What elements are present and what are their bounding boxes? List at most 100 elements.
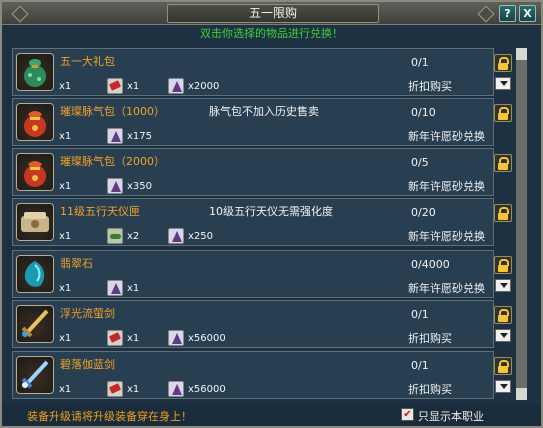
cost-quantity: x56000 bbox=[188, 332, 226, 344]
lock-icon[interactable] bbox=[494, 104, 512, 122]
lock-icon[interactable] bbox=[494, 154, 512, 172]
teal-gem-icon[interactable] bbox=[16, 255, 54, 293]
item-quantity: x1 bbox=[59, 177, 71, 195]
purchase-action[interactable]: 折扣购买 bbox=[408, 381, 452, 397]
cost-entry: x1 bbox=[107, 380, 139, 398]
dropdown-arrow-icon[interactable] bbox=[495, 329, 511, 342]
shop-item-row[interactable]: 碧落伽蓝剑 x1 x1 x56000 0/1 折扣购买 bbox=[12, 351, 494, 399]
shop-item-row[interactable]: 五一大礼包 x1 x1 x2000 0/1 折扣购买 bbox=[12, 48, 494, 96]
item-quantity: x1 bbox=[59, 227, 71, 245]
cost-entry: x250 bbox=[168, 227, 213, 245]
item-quantity-value: x1 bbox=[59, 130, 72, 142]
shop-item-row[interactable]: 11级五行天仪匣 10级五行天仪无需强化度 x1 x2 x250 0/20 新年许愿砂兑换 bbox=[12, 198, 494, 246]
purchase-action[interactable]: 新年许愿砂兑换 bbox=[408, 228, 485, 244]
purchase-action[interactable]: 新年许愿砂兑换 bbox=[408, 178, 485, 194]
cost-quantity: x350 bbox=[127, 180, 153, 192]
purchase-action[interactable]: 折扣购买 bbox=[408, 78, 452, 94]
title-ornament-left bbox=[11, 5, 29, 23]
cost-quantity: x1 bbox=[127, 80, 140, 92]
limited-shop-window: 五一限购 ? X 双击你选择的物品进行兑换！ 五一大礼包 x1 x1 x2000 0/1… bbox=[0, 0, 543, 428]
green-gift-bag-icon[interactable] bbox=[16, 53, 54, 91]
help-button[interactable]: ? bbox=[499, 5, 516, 22]
item-name: 五一大礼包 bbox=[60, 55, 115, 68]
item-quantity-value: x1 bbox=[59, 80, 72, 92]
footer-bar: 装备升级请将升级装备穿在身上！ ✔ 只显示本职业 bbox=[2, 405, 541, 426]
cost-quantity: x175 bbox=[127, 130, 153, 142]
purchase-action[interactable]: 折扣购买 bbox=[408, 330, 452, 346]
lock-icon[interactable] bbox=[494, 204, 512, 222]
show-own-class-checkbox[interactable]: ✔ bbox=[401, 408, 414, 421]
cost-entry: x350 bbox=[107, 177, 152, 195]
cost-entry: x1 bbox=[107, 279, 139, 297]
scroll-down-arrow[interactable] bbox=[516, 388, 527, 400]
lock-icon[interactable] bbox=[494, 256, 512, 274]
green-herb-icon bbox=[107, 228, 123, 244]
item-name: 翡翠石 bbox=[60, 257, 93, 270]
purchase-counter: 0/1 bbox=[411, 359, 429, 372]
close-button[interactable]: X bbox=[519, 5, 536, 22]
purchase-action[interactable]: 新年许愿砂兑换 bbox=[408, 280, 485, 296]
item-quantity: x1 bbox=[59, 329, 71, 347]
cost-entry: x56000 bbox=[168, 329, 226, 347]
red-ticket-icon bbox=[107, 381, 123, 397]
cost-entry: x56000 bbox=[168, 380, 226, 398]
lock-icon[interactable] bbox=[494, 306, 512, 324]
scroll-up-arrow[interactable] bbox=[516, 48, 527, 60]
cost-quantity: x2 bbox=[127, 230, 140, 242]
cost-quantity: x1 bbox=[127, 332, 140, 344]
title-bar[interactable]: 五一限购 ? X bbox=[2, 2, 541, 25]
purchase-counter: 0/10 bbox=[411, 106, 436, 119]
lock-icon[interactable] bbox=[494, 357, 512, 375]
item-quantity-value: x1 bbox=[59, 282, 72, 294]
golden-sword-icon[interactable] bbox=[16, 305, 54, 343]
item-quantity-value: x1 bbox=[59, 383, 72, 395]
jade-box-icon[interactable] bbox=[16, 203, 54, 241]
item-name: 浮光流萤剑 bbox=[60, 307, 115, 320]
cost-entry: x175 bbox=[107, 127, 152, 145]
item-note: 脉气包不加入历史售卖 bbox=[209, 105, 319, 118]
item-quantity: x1 bbox=[59, 380, 71, 398]
item-name: 碧落伽蓝剑 bbox=[60, 358, 115, 371]
shop-item-row[interactable]: 翡翠石 x1 x1 0/4000 新年许愿砂兑换 bbox=[12, 250, 494, 298]
purple-crystal-icon bbox=[168, 381, 184, 397]
title-ornament-right bbox=[477, 5, 495, 23]
purple-crystal-icon bbox=[107, 178, 123, 194]
dropdown-arrow-icon[interactable] bbox=[495, 77, 511, 90]
item-quantity: x1 bbox=[59, 127, 71, 145]
item-quantity-value: x1 bbox=[59, 230, 72, 242]
lock-icon[interactable] bbox=[494, 54, 512, 72]
purchase-action[interactable]: 新年许愿砂兑换 bbox=[408, 128, 485, 144]
purchase-counter: 0/1 bbox=[411, 308, 429, 321]
exchange-hint: 双击你选择的物品进行兑换！ bbox=[200, 27, 343, 40]
cost-entry: x1 bbox=[107, 329, 139, 347]
cost-quantity: x250 bbox=[188, 230, 214, 242]
purchase-counter: 0/1 bbox=[411, 56, 429, 69]
item-note: 10级五行天仪无需强化度 bbox=[209, 205, 333, 218]
purple-crystal-icon bbox=[107, 128, 123, 144]
cost-quantity: x1 bbox=[127, 282, 140, 294]
cost-quantity: x1 bbox=[127, 383, 140, 395]
purple-crystal-icon bbox=[168, 228, 184, 244]
footer-note: 装备升级请将升级装备穿在身上！ bbox=[27, 410, 192, 423]
dropdown-arrow-icon[interactable] bbox=[495, 279, 511, 292]
shop-item-row[interactable]: 浮光流萤剑 x1 x1 x56000 0/1 折扣购买 bbox=[12, 300, 494, 348]
red-pouch-icon[interactable] bbox=[16, 103, 54, 141]
show-own-class-label[interactable]: 只显示本职业 bbox=[418, 408, 484, 424]
shop-item-row[interactable]: 璀璨脉气包（2000） x1 x350 0/5 新年许愿砂兑换 bbox=[12, 148, 494, 196]
shop-item-row[interactable]: 璀璨脉气包（1000） 脉气包不加入历史售卖 x1 x175 0/10 新年许愿砂兑换 bbox=[12, 98, 494, 146]
item-name: 璀璨脉气包（2000） bbox=[60, 155, 165, 168]
blue-sword-icon[interactable] bbox=[16, 356, 54, 394]
scrollbar[interactable] bbox=[516, 48, 527, 400]
cost-entry: x2 bbox=[107, 227, 139, 245]
window-title: 五一限购 bbox=[167, 4, 379, 23]
dropdown-arrow-icon[interactable] bbox=[495, 380, 511, 393]
purchase-counter: 0/4000 bbox=[411, 258, 450, 271]
item-list: 五一大礼包 x1 x1 x2000 0/1 折扣购买 璀璨脉气包（1000） 脉气包不加入历史… bbox=[12, 48, 494, 400]
cost-entry: x1 bbox=[107, 77, 139, 95]
purchase-counter: 0/5 bbox=[411, 156, 429, 169]
red-pouch-icon[interactable] bbox=[16, 153, 54, 191]
item-quantity-value: x1 bbox=[59, 332, 72, 344]
purple-crystal-icon bbox=[168, 330, 184, 346]
item-quantity: x1 bbox=[59, 77, 71, 95]
cost-quantity: x56000 bbox=[188, 383, 226, 395]
